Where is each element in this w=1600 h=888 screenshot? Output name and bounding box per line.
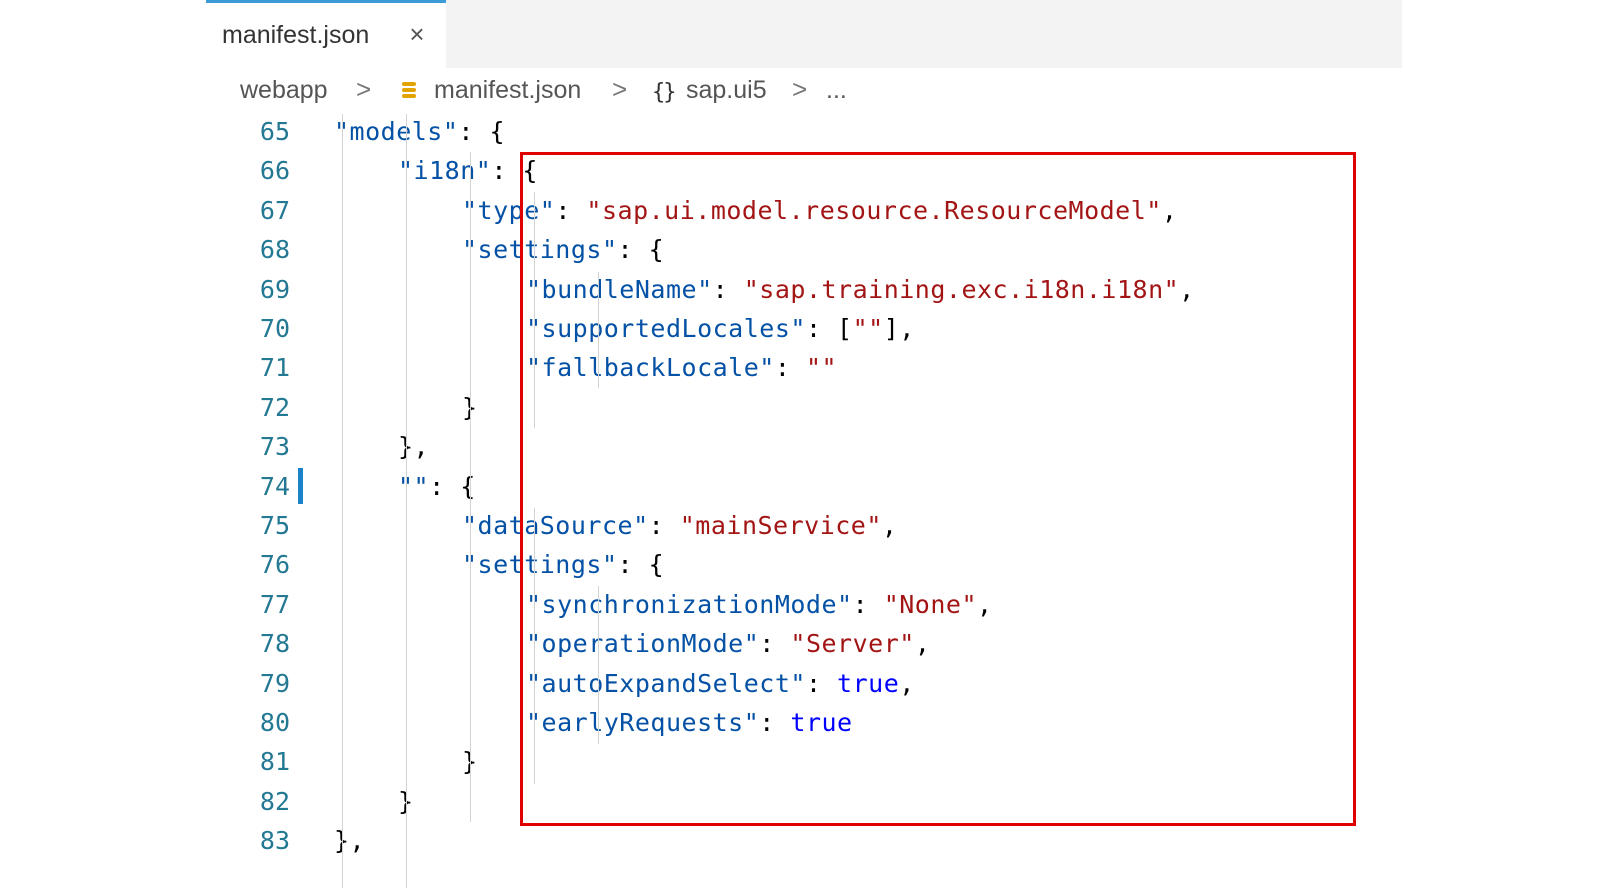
code-line[interactable]: 83}, <box>206 821 1402 861</box>
line-number: 71 <box>259 353 290 383</box>
line-number: 81 <box>259 747 290 777</box>
json-file-icon <box>402 82 416 102</box>
line-number: 73 <box>259 432 290 462</box>
line-number: 67 <box>259 195 290 225</box>
modified-line-indicator <box>298 468 303 504</box>
breadcrumb-webapp[interactable]: webapp <box>240 76 328 105</box>
line-number: 78 <box>259 629 290 659</box>
line-number: 77 <box>259 589 290 619</box>
code-text[interactable]: }, <box>398 427 429 467</box>
breadcrumb: webapp > manifest.json > {} sap.ui5 > ..… <box>206 72 1402 116</box>
line-number: 74 <box>259 471 290 501</box>
code-text[interactable]: "": { <box>398 467 476 507</box>
code-token: }, <box>334 826 366 856</box>
line-number: 82 <box>259 786 290 816</box>
tab-bar: manifest.json × <box>206 0 1402 68</box>
code-text[interactable]: "i18n": { <box>398 151 538 191</box>
code-token: "i18n" <box>398 156 492 186</box>
code-token: : { <box>429 471 476 501</box>
line-number: 66 <box>259 156 290 186</box>
chevron-right-icon: > <box>612 74 628 104</box>
indent-guide <box>406 114 407 888</box>
line-number: 68 <box>259 235 290 265</box>
code-token: : { <box>458 117 506 146</box>
highlight-box <box>520 152 1356 826</box>
line-number: 70 <box>259 314 290 343</box>
line-number: 79 <box>259 668 290 698</box>
code-line[interactable]: 65 "models": { <box>206 112 1402 152</box>
code-text[interactable]: }, <box>334 821 365 861</box>
tab-manifest-json[interactable]: manifest.json × <box>206 0 446 68</box>
code-token: "" <box>398 471 430 501</box>
breadcrumb-sap-ui5[interactable]: sap.ui5 <box>686 76 767 105</box>
code-token: }, <box>398 432 430 462</box>
breadcrumb-more[interactable]: ... <box>826 76 847 105</box>
line-number: 83 <box>259 826 290 856</box>
indent-guide <box>470 152 471 822</box>
line-number: 69 <box>259 274 290 304</box>
object-brace-icon: {} <box>652 80 676 105</box>
chevron-right-icon: > <box>792 74 808 104</box>
chevron-right-icon: > <box>356 74 372 104</box>
line-number: 75 <box>259 511 290 540</box>
line-number: 76 <box>259 550 290 580</box>
line-number: 72 <box>259 392 290 422</box>
breadcrumb-manifest-json[interactable]: manifest.json <box>434 76 581 105</box>
code-token: "models" <box>334 117 459 146</box>
gutter-divider <box>342 114 343 888</box>
code-text[interactable]: "models": { <box>334 112 505 152</box>
line-number: 65 <box>259 117 290 146</box>
line-number: 80 <box>259 708 290 737</box>
tab-label: manifest.json <box>222 21 370 49</box>
close-icon[interactable]: × <box>404 19 430 49</box>
